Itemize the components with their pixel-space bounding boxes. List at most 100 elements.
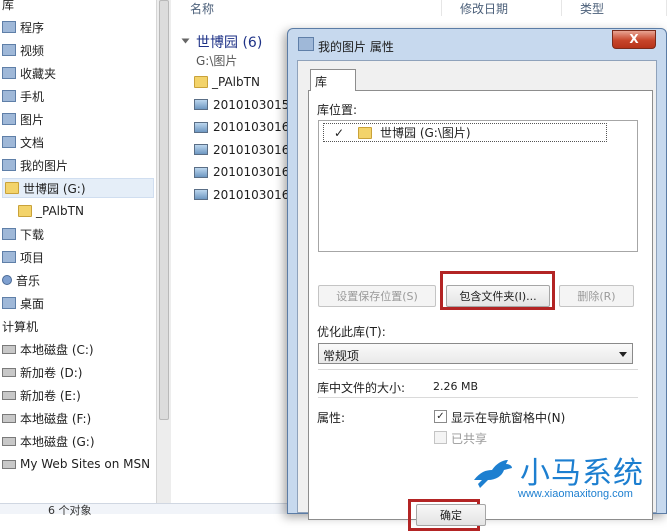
file-item[interactable]: 20101030161 <box>194 117 297 137</box>
include-folder-button[interactable]: 包含文件夹(I)... <box>446 285 550 307</box>
watermark: 小马系统 www.xiaomaxitong.com <box>470 448 667 506</box>
image-file-icon <box>194 166 208 178</box>
nav-item[interactable]: 新加卷 (D:) <box>0 362 82 382</box>
folder-icon <box>18 205 32 217</box>
drive-icon <box>2 344 16 354</box>
shared-label: 已共享 <box>451 432 488 446</box>
nav-item-label: 程序 <box>20 20 45 35</box>
size-label: 库中文件的大小: <box>317 381 406 395</box>
file-name: 20101030158 <box>213 97 297 112</box>
nav-scrollbar[interactable] <box>156 0 171 514</box>
divider <box>318 397 638 398</box>
group-collapse-icon[interactable] <box>181 38 190 44</box>
file-item[interactable]: 20101030163 <box>194 140 297 160</box>
nav-item[interactable]: 桌面 <box>0 293 44 313</box>
set-save-location-button[interactable]: 设置保存位置(S) <box>318 285 436 307</box>
delete-button[interactable]: 删除(R) <box>559 285 634 307</box>
folder-icon <box>194 76 208 88</box>
nav-item-label: 世博园 (G:) <box>23 181 86 196</box>
nav-item[interactable]: 收藏夹 <box>0 63 56 83</box>
nav-item[interactable]: 新加卷 (E:) <box>0 385 81 405</box>
nav-item[interactable]: 手机 <box>0 86 44 106</box>
library-icon <box>2 228 16 240</box>
column-header-date[interactable]: 修改日期 <box>442 0 562 16</box>
file-name: 20101030167 <box>213 187 297 202</box>
drive-icon <box>2 367 16 377</box>
library-icon <box>2 297 16 309</box>
music-icon <box>2 275 12 285</box>
nav-item[interactable]: _PAlbTN <box>0 201 84 221</box>
library-icon <box>2 159 16 171</box>
library-locations-list[interactable]: ✓ 世博园 (G:\图片) <box>318 120 638 252</box>
chevron-down-icon <box>619 352 627 357</box>
divider <box>318 369 638 370</box>
brand-url: www.xiaomaxitong.com <box>518 488 633 500</box>
tab-library[interactable]: 库 <box>310 69 356 91</box>
drive-icon <box>2 436 16 446</box>
drive-icon <box>2 459 16 469</box>
file-item[interactable]: 20101030167 <box>194 185 297 205</box>
library-icon <box>2 44 16 56</box>
dialog-body: 库 库位置: ✓ 世博园 (G:\图片) 设置保存位置(S) 包含文件夹(I).… <box>297 60 657 531</box>
nav-item[interactable]: 文档 <box>0 132 44 152</box>
nav-item-label: 库 <box>2 0 15 12</box>
group-title[interactable]: 世博园 (6) <box>196 32 262 52</box>
file-name: 20101030163 <box>213 142 297 157</box>
nav-item[interactable]: My Web Sites on MSN <box>0 454 150 474</box>
nav-item[interactable]: 我的图片 <box>0 155 68 175</box>
file-name: _PAlbTN <box>212 75 260 89</box>
column-header-name[interactable]: 名称 <box>172 0 442 16</box>
nav-scrollbar-thumb[interactable] <box>159 0 169 420</box>
optimize-select[interactable]: 常规项 <box>318 343 633 364</box>
file-item[interactable]: _PAlbTN <box>194 72 260 92</box>
group-path: G:\图片 <box>196 54 238 68</box>
nav-item[interactable]: 本地磁盘 (C:) <box>0 339 94 359</box>
nav-item-label: _PAlbTN <box>36 204 84 218</box>
nav-item-label: 视频 <box>20 43 45 58</box>
image-file-icon <box>194 121 208 133</box>
image-file-icon <box>194 189 208 200</box>
library-icon <box>2 113 16 125</box>
nav-item-label: 桌面 <box>20 296 45 311</box>
nav-item[interactable]: 图片 <box>0 109 44 129</box>
nav-item-label: 图片 <box>20 112 45 127</box>
nav-item[interactable]: 本地磁盘 (F:) <box>0 408 91 428</box>
nav-item-label: 计算机 <box>2 319 39 334</box>
nav-item[interactable]: 程序 <box>0 17 44 37</box>
nav-item[interactable]: 库 <box>0 0 14 14</box>
show-in-nav-checkbox[interactable]: ✓ <box>434 410 447 423</box>
show-in-nav-label[interactable]: 显示在导航窗格中(N) <box>451 409 565 426</box>
ok-button[interactable]: 确定 <box>416 504 486 526</box>
library-icon <box>2 136 16 148</box>
optimize-value: 常规项 <box>323 349 360 363</box>
shared-checkbox[interactable] <box>434 431 447 444</box>
dialog-title-bar[interactable]: 我的图片 属性 X <box>288 29 666 59</box>
nav-item[interactable]: 世博园 (G:) <box>2 178 154 198</box>
nav-item[interactable]: 本地磁盘 (G:) <box>0 431 95 451</box>
location-entry[interactable]: ✓ 世博园 (G:\图片) <box>323 123 607 142</box>
file-name: 20101030164 <box>213 165 297 179</box>
navigation-pane: 库程序视频收藏夹手机图片文档我的图片世博园 (G:) _PAlbTN 下载项目音乐桌… <box>0 0 158 514</box>
status-text: 6 个对象 <box>48 504 92 517</box>
nav-item-label: 手机 <box>20 89 45 104</box>
nav-item[interactable]: 视频 <box>0 40 44 60</box>
nav-item[interactable]: 计算机 <box>0 316 38 336</box>
library-icon <box>2 67 16 79</box>
check-icon: ✓ <box>333 125 345 140</box>
folder-icon <box>358 126 372 139</box>
properties-dialog: 我的图片 属性 X 库 库位置: ✓ 世博园 (G:\图片) 设置保存位置(S)… <box>287 28 667 531</box>
nav-item[interactable]: 项目 <box>0 247 44 267</box>
nav-item-label: My Web Sites on MSN <box>20 457 151 471</box>
close-button[interactable]: X <box>612 30 656 49</box>
nav-item[interactable]: 下载 <box>0 224 44 244</box>
file-item[interactable]: 20101030164 <box>194 162 297 182</box>
nav-item-label: 文档 <box>20 135 45 150</box>
image-file-icon <box>194 99 208 110</box>
file-name: 20101030161 <box>213 120 297 134</box>
library-icon <box>2 21 16 33</box>
nav-item-label: 下载 <box>20 227 45 242</box>
library-icon <box>2 90 16 102</box>
file-item[interactable]: 20101030158 <box>194 95 297 115</box>
column-header-type[interactable]: 类型 <box>562 0 667 16</box>
nav-item[interactable]: 音乐 <box>0 270 40 290</box>
